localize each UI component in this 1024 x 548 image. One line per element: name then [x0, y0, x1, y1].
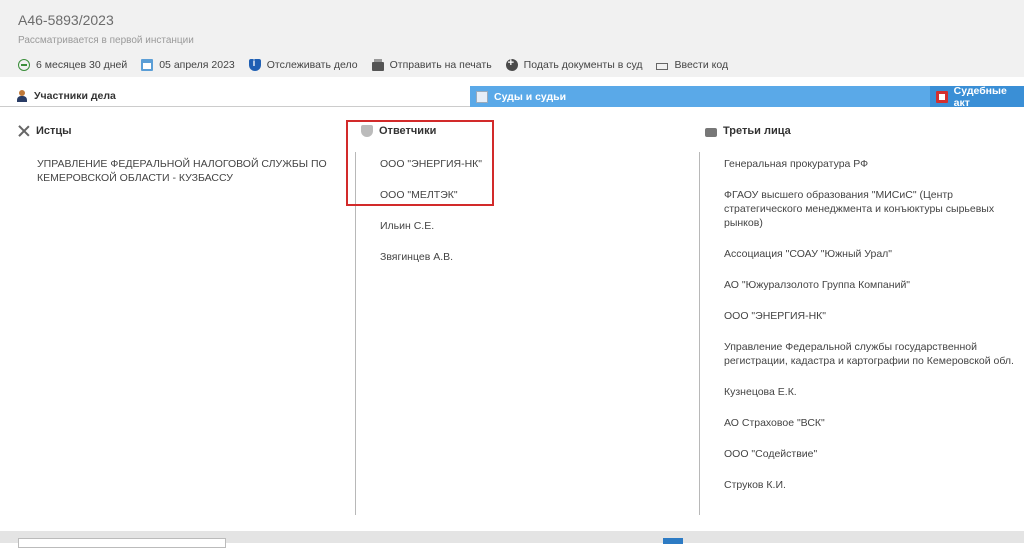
- column-divider: [355, 152, 356, 515]
- tab-courts[interactable]: Суды и судьи: [470, 86, 930, 107]
- plaintiffs-list: УПРАВЛЕНИЕ ФЕДЕРАЛЬНОЙ НАЛОГОВОЙ СЛУЖБЫ …: [37, 157, 337, 202]
- case-tabs: Участники дела Суды и судьи Судебные акт: [0, 84, 1024, 109]
- tab-courts-label: Суды и судьи: [494, 90, 567, 103]
- calendar-icon: [141, 59, 154, 71]
- list-item[interactable]: Струков К.И.: [724, 478, 1016, 492]
- annotation-highlight-box: [346, 120, 494, 206]
- list-item[interactable]: Ильин С.Е.: [380, 219, 680, 233]
- pdf-icon: [936, 90, 948, 103]
- date-item: 05 апреля 2023: [141, 59, 235, 71]
- third-parties-title: Третьи лица: [723, 125, 791, 137]
- list-item[interactable]: АО "Южуралзолото Группа Компаний": [724, 278, 1016, 292]
- list-item[interactable]: Генеральная прокуратура РФ: [724, 157, 1016, 171]
- tab-acts-label: Судебные акт: [953, 84, 1007, 109]
- person-icon: [16, 90, 28, 102]
- list-item[interactable]: Ассоциация "СОАУ "Южный Урал": [724, 247, 1016, 261]
- plaintiffs-heading: Истцы: [18, 125, 72, 137]
- track-case-label: Отслеживать дело: [266, 59, 358, 71]
- keyboard-icon: [656, 62, 669, 70]
- courthouse-icon: [476, 90, 488, 103]
- tab-participants-label: Участники дела: [34, 90, 116, 102]
- duration-item: 6 месяцев 30 дней: [18, 59, 127, 71]
- people-icon: [705, 127, 717, 137]
- list-item[interactable]: Звягинцев А.В.: [380, 250, 680, 264]
- list-item[interactable]: ООО "Содействие": [724, 447, 1016, 461]
- list-item[interactable]: Кузнецова Е.К.: [724, 385, 1016, 399]
- list-item[interactable]: УПРАВЛЕНИЕ ФЕДЕРАЛЬНОЙ НАЛОГОВОЙ СЛУЖБЫ …: [37, 157, 337, 185]
- tab-participants[interactable]: Участники дела: [0, 86, 470, 107]
- tab-acts[interactable]: Судебные акт: [930, 84, 1024, 109]
- third-parties-heading: Третьи лица: [705, 125, 791, 137]
- clock-circle-icon: [18, 59, 30, 71]
- case-header: А46-5893/2023 Рассматривается в первой и…: [0, 0, 1024, 77]
- third-parties-list: Генеральная прокуратура РФ ФГАОУ высшего…: [724, 157, 1016, 509]
- list-item[interactable]: Управление Федеральной службы государств…: [724, 340, 1016, 368]
- enter-code-button[interactable]: Ввести код: [656, 59, 728, 71]
- printer-icon: [371, 58, 384, 71]
- footer-input[interactable]: [18, 538, 226, 548]
- list-item[interactable]: АО Страховое "ВСК": [724, 416, 1016, 430]
- case-status: Рассматривается в первой инстанции: [18, 35, 194, 46]
- print-label: Отправить на печать: [389, 59, 492, 71]
- column-divider: [699, 152, 700, 515]
- submit-documents-label: Подать документы в суд: [523, 59, 643, 71]
- date-label: 05 апреля 2023: [159, 59, 235, 71]
- print-button[interactable]: Отправить на печать: [371, 58, 492, 71]
- submit-documents-button[interactable]: Подать документы в суд: [505, 57, 643, 71]
- list-item[interactable]: ООО "ЭНЕРГИЯ-НК": [724, 309, 1016, 323]
- list-item[interactable]: ФГАОУ высшего образования "МИСиС" (Центр…: [724, 188, 1016, 230]
- case-number: А46-5893/2023: [18, 12, 114, 28]
- footer-marker: [663, 538, 683, 544]
- plus-circle-icon: [505, 57, 518, 71]
- track-case-button[interactable]: Отслеживать дело: [248, 58, 358, 71]
- enter-code-label: Ввести код: [674, 59, 729, 71]
- case-toolbar: 6 месяцев 30 дней 05 апреля 2023 Отслежи…: [18, 57, 742, 73]
- duration-label: 6 месяцев 30 дней: [36, 59, 128, 71]
- plaintiffs-title: Истцы: [36, 125, 72, 137]
- shield-info-icon: [248, 58, 261, 71]
- crossed-swords-icon: [18, 125, 30, 137]
